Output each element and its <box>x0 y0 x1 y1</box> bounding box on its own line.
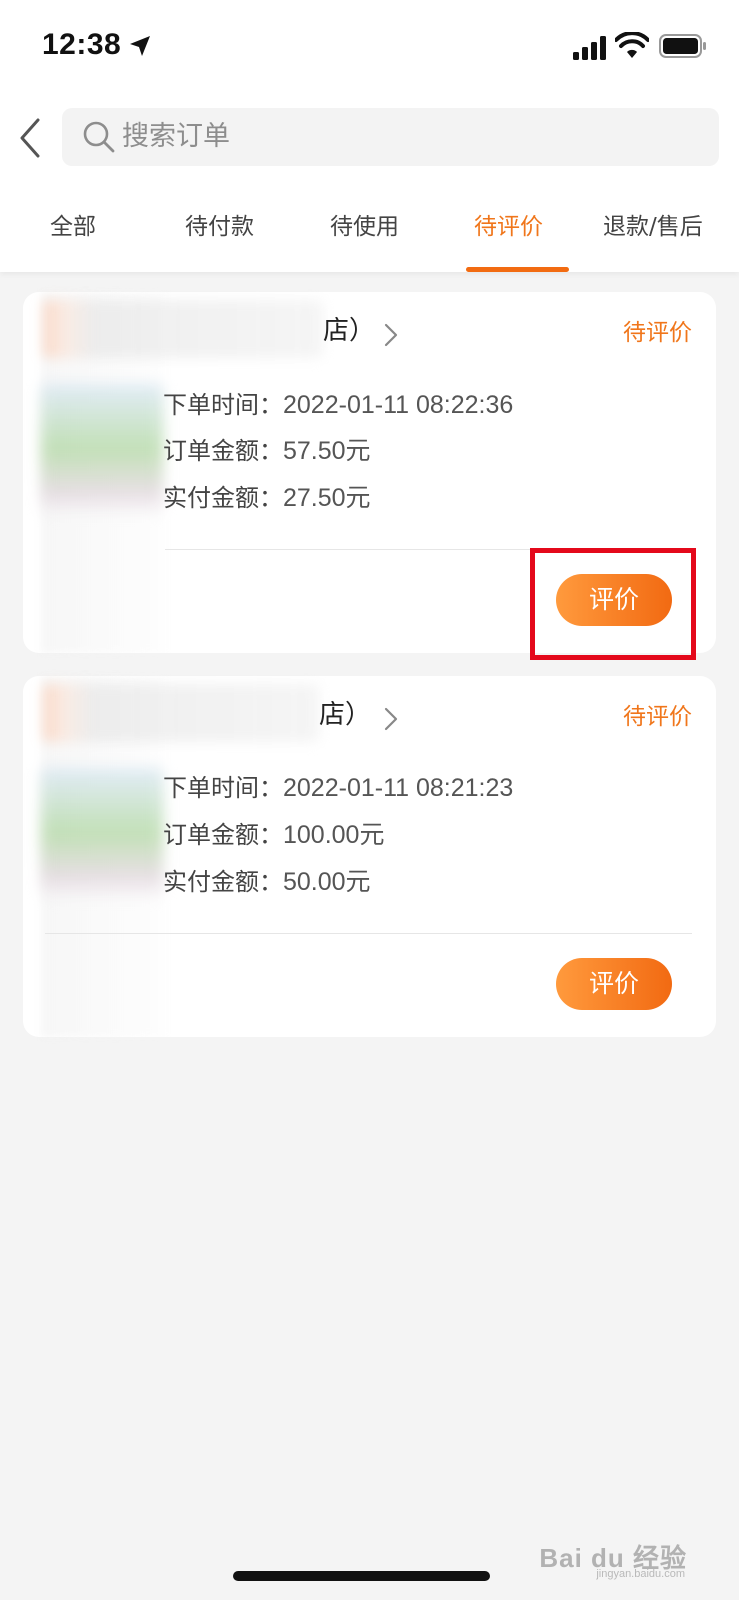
order-card[interactable]: 店） 待评价 下单时间：2022-01-11 08:21:23 订单金额：100… <box>23 676 716 1037</box>
order-time-row: 下单时间：2022-01-11 08:21:23 <box>163 772 513 804</box>
battery-icon <box>659 34 706 58</box>
watermark-url: jingyan.baidu.com <box>596 1568 685 1580</box>
paid-amount-label: 实付金额： <box>163 484 283 512</box>
product-thumbnail[interactable] <box>41 384 163 514</box>
home-indicator[interactable] <box>233 1571 490 1581</box>
paid-amount-row: 实付金额：50.00元 <box>163 866 371 898</box>
paid-amount-row: 实付金额：27.50元 <box>163 482 371 514</box>
paid-amount-value: 27.50元 <box>283 484 371 512</box>
shop-name[interactable]: 店） <box>319 698 371 732</box>
chevron-left-icon[interactable] <box>14 116 44 160</box>
tab-pending-use[interactable]: 待使用 <box>330 212 399 242</box>
order-time-value: 2022-01-11 08:22:36 <box>283 391 514 419</box>
order-time-value: 2022-01-11 08:21:23 <box>283 774 514 802</box>
search-input[interactable]: 搜索订单 <box>62 108 719 166</box>
order-amount-row: 订单金额：57.50元 <box>163 435 371 467</box>
top-header: 12:38 搜索订单 全部 待付款 待使用 待评价 退款/售后 <box>0 0 739 272</box>
review-button[interactable]: 评价 <box>556 958 672 1010</box>
chevron-right-icon[interactable] <box>383 706 399 732</box>
wifi-icon <box>615 32 649 58</box>
search-icon <box>83 121 115 153</box>
status-time: 12:38 <box>42 28 122 61</box>
paid-amount-value: 50.00元 <box>283 868 371 896</box>
tab-pending-review[interactable]: 待评价 <box>474 212 543 242</box>
order-amount-row: 订单金额：100.00元 <box>163 819 384 851</box>
tab-pending-payment[interactable]: 待付款 <box>185 212 254 242</box>
shop-name-blurred <box>43 300 323 358</box>
cellular-signal-icon <box>573 36 606 60</box>
chevron-right-icon[interactable] <box>383 322 399 348</box>
tab-refund-aftersale[interactable]: 退款/售后 <box>603 212 703 242</box>
order-status: 待评价 <box>623 704 692 730</box>
order-time-label: 下单时间： <box>163 774 283 802</box>
product-thumbnail[interactable] <box>41 768 163 898</box>
active-tab-indicator <box>466 267 569 272</box>
order-status: 待评价 <box>623 320 692 346</box>
divider <box>45 933 692 934</box>
order-amount-value: 57.50元 <box>283 437 371 465</box>
tab-all[interactable]: 全部 <box>50 212 96 242</box>
location-arrow-icon <box>130 36 150 56</box>
order-time-label: 下单时间： <box>163 391 283 419</box>
order-amount-label: 订单金额： <box>163 821 283 849</box>
shop-name-blurred <box>43 684 319 742</box>
highlight-annotation <box>530 548 696 660</box>
paid-amount-label: 实付金额： <box>163 868 283 896</box>
order-amount-label: 订单金额： <box>163 437 283 465</box>
order-time-row: 下单时间：2022-01-11 08:22:36 <box>163 389 513 421</box>
shop-name[interactable]: 店） <box>323 314 375 348</box>
search-placeholder: 搜索订单 <box>122 121 230 152</box>
order-amount-value: 100.00元 <box>283 821 385 849</box>
